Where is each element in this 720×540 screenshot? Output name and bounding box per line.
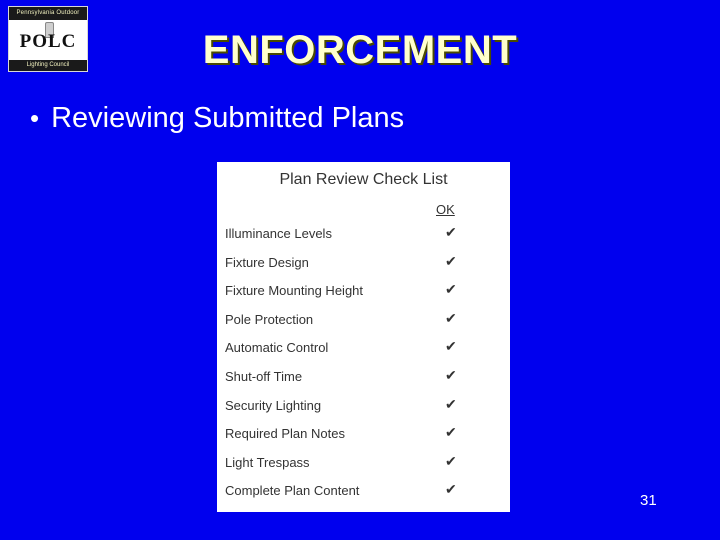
checklist-rows: Illuminance Levels ✔ Fixture Design ✔ Fi… [217,224,510,512]
check-icon: ✔ [445,224,457,240]
check-icon: ✔ [445,309,457,326]
checklist-item-label: Shut-off Time [225,368,303,384]
checklist-item-label: Illuminance Levels [225,226,332,241]
page-title: ENFORCEMENT [202,28,518,72]
checklist-item-label: Complete Plan Content [225,483,360,499]
list-item: Shut-off Time ✔ [217,366,510,398]
checklist-item-label: Fixture Design [225,254,309,270]
logo-top-text: Pennsylvania Outdoor [9,7,87,20]
checklist-item-label: Light Trespass [225,454,310,470]
check-icon: ✔ [445,338,457,355]
slide: Pennsylvania Outdoor POLC Lighting Counc… [0,0,720,540]
checklist-item-label: Required Plan Notes [225,426,345,442]
list-item: Illuminance Levels ✔ [217,224,510,255]
check-icon: ✔ [445,366,457,383]
list-item: Complete Plan Content ✔ [217,481,510,512]
checklist-title: Plan Review Check List [279,171,448,188]
checklist-item-label: Security Lighting [225,397,322,413]
check-icon: ✔ [445,395,457,412]
checklist-item-label: Fixture Mounting Height [225,283,364,299]
bullet-text: Reviewing Submitted Plans [51,102,405,134]
plan-review-checklist-panel: Plan Review Check List OK Illuminance Le… [217,162,510,512]
list-item: Light Trespass ✔ [217,452,510,484]
check-icon: ✔ [445,281,457,298]
list-item: Fixture Design ✔ [217,252,510,284]
checklist-item-label: Automatic Control [225,340,329,356]
list-item: Required Plan Notes ✔ [217,424,510,455]
checklist-item-label: Pole Protection [225,311,314,327]
check-icon: ✔ [445,252,457,269]
check-icon: ✔ [445,424,457,441]
list-item: Fixture Mounting Height ✔ [217,281,510,312]
bullet-marker-icon: • [30,103,40,133]
page-number: 31 [640,492,657,509]
bullet-item: • Reviewing Submitted Plans [30,102,405,135]
check-icon: ✔ [445,452,457,469]
list-item: Automatic Control ✔ [217,338,510,369]
list-item: Pole Protection ✔ [217,309,510,341]
list-item: Security Lighting ✔ [217,395,510,427]
check-icon: ✔ [445,481,457,498]
checklist-ok-header: OK [436,202,455,217]
